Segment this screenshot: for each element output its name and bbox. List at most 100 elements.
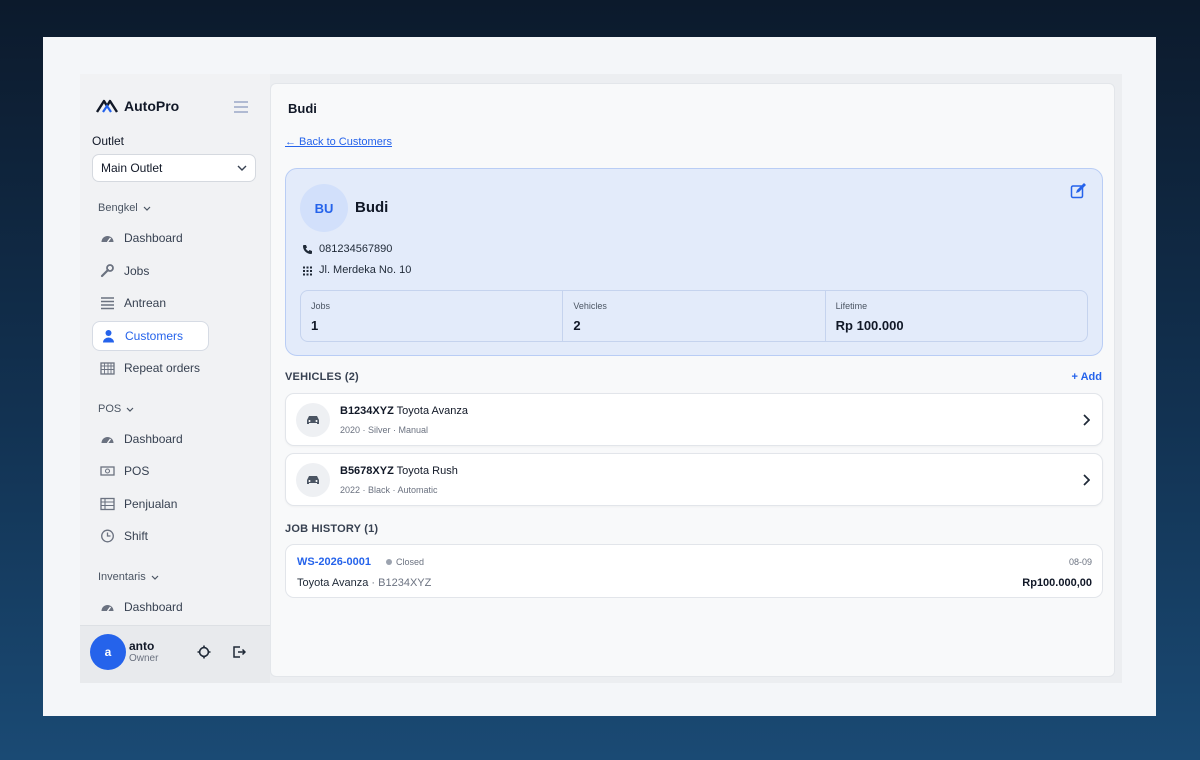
customer-name: Budi [355,199,389,216]
car-icon [296,403,330,437]
sidebar-item-penjualan[interactable]: Penjualan [92,489,209,519]
vehicle-title: B5678XYZ Toyota Rush [340,465,458,477]
chevron-down-icon [237,165,247,171]
sidebar-item-label: Dashboard [124,432,183,446]
brand[interactable]: AutoPro [96,98,179,114]
vehicle-title: B1234XYZ Toyota Avanza [340,405,468,417]
cash-icon [100,466,115,476]
building-icon [303,266,312,275]
back-to-customers-link[interactable]: ← Back to Customers [285,136,392,148]
customer-address: Jl. Merdeka No. 10 [319,264,412,276]
sidebar-item-dashboard-inventaris[interactable]: Dashboard [92,592,209,622]
vehicle-row[interactable]: B5678XYZ Toyota Rush 2022 · Black · Auto… [285,453,1103,506]
vehicle-row[interactable]: B1234XYZ Toyota Avanza 2020 · Silver · M… [285,393,1103,446]
page-title: Budi [288,101,317,116]
sidebar: AutoPro Outlet Main Outlet Bengkel Dashb… [80,74,270,683]
vehicle-model: Toyota Rush [396,465,458,477]
job-vehicle-model: Toyota Avanza [297,577,369,589]
sidebar-item-label: Repeat orders [124,361,201,375]
customer-avatar: BU [300,184,348,232]
job-vehicle-plate: B1234XYZ [378,577,432,589]
vehicle-model: Toyota Avanza [396,405,469,417]
job-history-row[interactable]: WS-2026-0001 Closed 08-09 Toyota Avanza … [285,544,1103,598]
vehicle-plate: B1234XYZ [340,405,394,417]
job-date: 08-09 [1068,557,1092,567]
customer-address-row: Jl. Merdeka No. 10 [302,264,411,276]
stat-jobs: Jobs 1 [301,291,564,341]
outlet-selected-value: Main Outlet [101,161,163,175]
sidebar-item-label: Jobs [124,264,150,278]
chevron-down-icon [143,206,151,211]
user-bar: a anto Owner [80,625,270,683]
stat-label: Lifetime [835,301,868,311]
sidebar-item-dashboard-bengkel[interactable]: Dashboard [92,223,209,253]
sidebar-item-label: Customers [125,329,184,343]
wrench-icon [100,264,114,278]
vehicle-meta: 2020 · Silver · Manual [340,425,429,435]
stat-value: 1 [311,318,319,333]
job-history-section-title: JOB HISTORY (1) [285,523,379,535]
logout-icon[interactable] [232,645,246,659]
job-vehicle: Toyota Avanza · B1234XYZ [297,577,432,589]
chevron-right-icon [1083,414,1090,426]
hamburger-menu-icon[interactable] [233,100,249,114]
sidebar-item-dashboard-pos[interactable]: Dashboard [92,424,209,454]
table-icon [100,497,115,511]
job-id-link[interactable]: WS-2026-0001 [297,556,371,568]
list-icon [101,297,114,310]
section-title: Inventaris [98,571,146,583]
chevron-right-icon [1083,474,1090,486]
sidebar-item-jobs[interactable]: Jobs [92,256,209,286]
add-vehicle-button[interactable]: + Add [1072,371,1102,383]
status-dot-icon [386,559,392,565]
vehicles-section-title: VEHICLES (2) [285,371,359,383]
gauge-icon [101,236,114,243]
vehicle-meta: 2022 · Black · Automatic [340,485,438,495]
calendar-icon [100,362,115,375]
customer-stats: Jobs 1 Vehicles 2 Lifetime Rp 100.000 [300,290,1088,342]
sidebar-item-label: Dashboard [124,600,183,614]
customer-profile-card: BU Budi 081234567890 Jl. Merdeka No. 10 … [285,168,1103,356]
user-icon [103,330,114,343]
customer-phone: 081234567890 [319,243,393,255]
settings-gear-icon[interactable] [197,645,211,659]
stat-lifetime: Lifetime Rp 100.000 [826,291,1087,341]
sidebar-item-label: POS [124,464,150,478]
gauge-icon [101,437,114,444]
stat-label: Jobs [311,301,331,311]
section-title: Bengkel [98,202,138,214]
sidebar-item-repeat-orders[interactable]: Repeat orders [92,353,209,383]
job-amount: Rp100.000,00 [1022,577,1092,589]
outlet-select[interactable]: Main Outlet [92,154,256,182]
sidebar-item-antrean[interactable]: Antrean [92,288,209,318]
sidebar-item-customers[interactable]: Customers [92,321,209,351]
user-name: anto [129,639,155,653]
stat-label: Vehicles [573,301,607,311]
brand-name: AutoPro [124,98,180,114]
sidebar-item-label: Penjualan [124,497,178,511]
sidebar-item-shift[interactable]: Shift [92,521,209,551]
user-avatar[interactable]: a [90,634,126,670]
section-toggle-bengkel[interactable]: Bengkel [98,202,151,214]
phone-icon [303,244,312,254]
sidebar-item-label: Shift [124,529,149,543]
sidebar-item-label: Antrean [124,296,167,310]
main-content: Budi ← Back to Customers BU Budi 0812345… [270,83,1115,677]
chevron-down-icon [151,575,159,580]
section-toggle-pos[interactable]: POS [98,403,134,415]
section-toggle-inventaris[interactable]: Inventaris [98,571,159,583]
user-role: Owner [129,653,159,664]
stat-vehicles: Vehicles 2 [563,291,826,341]
stat-value: 2 [573,318,581,333]
job-status-badge: Closed [386,557,424,567]
stat-value: Rp 100.000 [835,318,904,333]
sidebar-item-pos[interactable]: POS [92,456,209,486]
edit-icon[interactable] [1070,183,1086,199]
job-status-text: Closed [396,557,425,567]
gauge-icon [101,605,114,612]
app-window: AutoPro Outlet Main Outlet Bengkel Dashb… [80,74,1122,683]
vehicle-plate: B5678XYZ [340,465,394,477]
sidebar-item-label: Dashboard [124,231,183,245]
section-title: POS [98,403,122,415]
chevron-down-icon [126,407,134,412]
